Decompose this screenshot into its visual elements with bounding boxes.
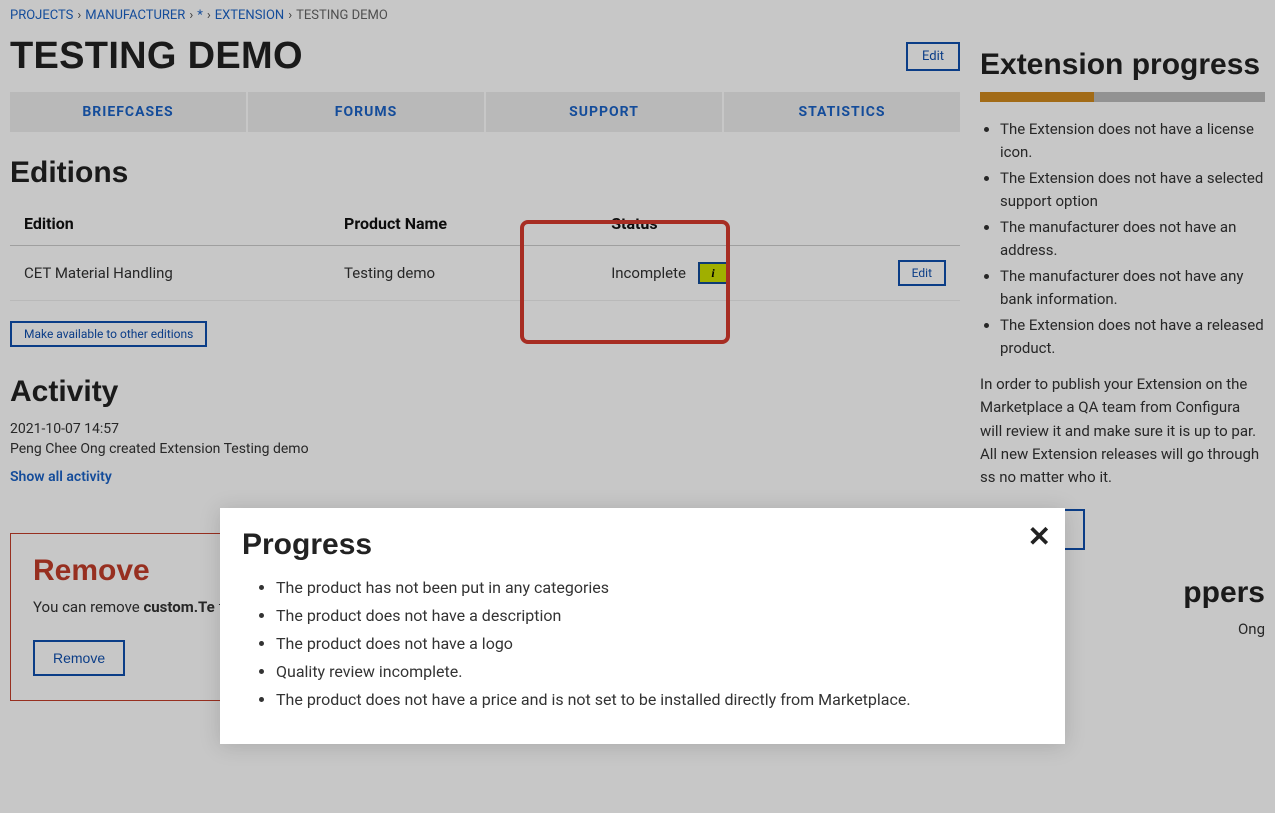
- list-item: The Extension does not have a released p…: [1000, 314, 1265, 359]
- make-available-button[interactable]: Make available to other editions: [10, 321, 207, 347]
- extension-progress-heading: Extension progress: [980, 48, 1265, 82]
- breadcrumb: PROJECTS › MANUFACTURER › * › EXTENSION …: [10, 8, 960, 23]
- page-title: TESTING DEMO: [10, 35, 303, 78]
- list-item: The product has not been put in any cate…: [276, 576, 1043, 600]
- list-item: Quality review incomplete.: [276, 660, 1043, 684]
- tab-briefcases[interactable]: BRIEFCASES: [10, 92, 248, 132]
- show-all-activity-link[interactable]: Show all activity: [10, 469, 112, 485]
- breadcrumb-item[interactable]: EXTENSION: [215, 8, 284, 23]
- cell-edition: CET Material Handling: [10, 246, 330, 301]
- list-item: The manufacturer does not have an addres…: [1000, 216, 1265, 261]
- progress-fill: [980, 92, 1094, 102]
- modal-list: The product has not been put in any cate…: [242, 576, 1043, 712]
- col-product: Product Name: [330, 202, 567, 246]
- col-status: Status: [567, 202, 883, 246]
- breadcrumb-current: TESTING DEMO: [296, 8, 388, 23]
- list-item: The manufacturer does not have any bank …: [1000, 265, 1265, 310]
- editions-heading: Editions: [10, 156, 960, 190]
- chevron-right-icon: ›: [189, 8, 193, 23]
- modal-title: Progress: [242, 528, 1043, 562]
- edit-extension-button[interactable]: Edit: [906, 42, 960, 71]
- close-icon[interactable]: ✕: [1028, 520, 1051, 553]
- list-item: The Extension does not have a license ic…: [1000, 118, 1265, 163]
- activity-timestamp: 2021-10-07 14:57: [10, 421, 960, 437]
- list-item: The product does not have a logo: [276, 632, 1043, 656]
- info-icon[interactable]: i: [698, 262, 728, 284]
- list-item: The product does not have a price and is…: [276, 688, 1043, 712]
- tab-statistics[interactable]: STATISTICS: [724, 92, 960, 132]
- breadcrumb-item[interactable]: PROJECTS: [10, 8, 73, 23]
- tab-bar: BRIEFCASES FORUMS SUPPORT STATISTICS: [10, 92, 960, 132]
- breadcrumb-item[interactable]: *: [197, 8, 203, 23]
- progress-bar: [980, 92, 1265, 102]
- breadcrumb-item[interactable]: MANUFACTURER: [85, 8, 185, 23]
- tab-support[interactable]: SUPPORT: [486, 92, 724, 132]
- list-item: The product does not have a description: [276, 604, 1043, 628]
- remove-button[interactable]: Remove: [33, 640, 125, 676]
- list-item: The Extension does not have a selected s…: [1000, 167, 1265, 212]
- progress-description: In order to publish your Extension on th…: [980, 373, 1265, 489]
- tab-forums[interactable]: FORUMS: [248, 92, 486, 132]
- edit-row-button[interactable]: Edit: [898, 260, 946, 286]
- cell-status: Incomplete: [611, 264, 686, 282]
- progress-checklist: The Extension does not have a license ic…: [980, 118, 1265, 359]
- cell-product: Testing demo: [330, 246, 567, 301]
- chevron-right-icon: ›: [207, 8, 211, 23]
- editions-table: Edition Product Name Status CET Material…: [10, 202, 960, 301]
- chevron-right-icon: ›: [288, 8, 292, 23]
- chevron-right-icon: ›: [77, 8, 81, 23]
- table-row: CET Material Handling Testing demo Incom…: [10, 246, 960, 301]
- progress-modal: ✕ Progress The product has not been put …: [220, 508, 1065, 744]
- activity-heading: Activity: [10, 375, 960, 409]
- activity-entry: Peng Chee Ong created Extension Testing …: [10, 441, 960, 457]
- col-edition: Edition: [10, 202, 330, 246]
